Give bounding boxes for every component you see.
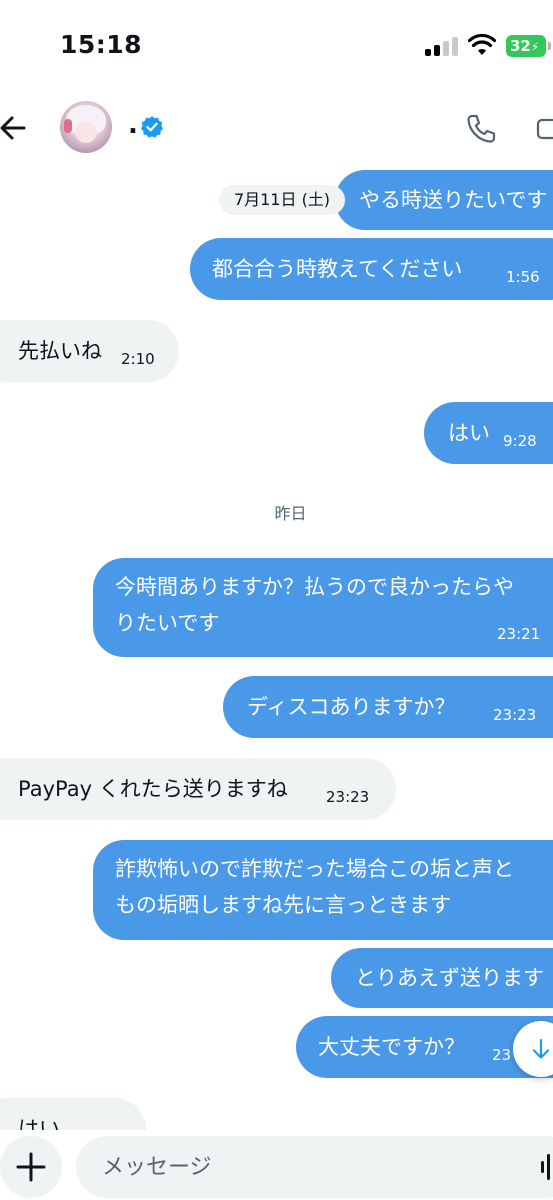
message-composer xyxy=(0,1130,553,1200)
message-time: 9:28 xyxy=(503,432,537,450)
phone-call-icon[interactable] xyxy=(464,112,498,146)
message-time: 23:23 xyxy=(326,788,370,806)
message-text: はい xyxy=(18,1117,60,1130)
message-time: 23:21 xyxy=(497,625,541,643)
message-bubble[interactable]: 詐欺怖いので詐欺だった場合この垢と声と もの垢晒しますね先に言っときます xyxy=(93,840,553,940)
battery-icon: 32⚡ xyxy=(506,35,546,57)
message-bubble[interactable]: やる時送りたいです xyxy=(335,170,553,230)
message-text: 都合合う時教えてください xyxy=(212,257,463,281)
plus-icon xyxy=(16,1152,46,1182)
message-text: はい xyxy=(448,421,490,445)
message-list[interactable]: やる時送りたいです 7月11日 (土) 都合合う時教えてください 1:56 先払… xyxy=(0,170,553,1130)
battery-tip xyxy=(548,42,551,50)
message-input[interactable] xyxy=(76,1136,553,1198)
message-time: 1:56 xyxy=(506,268,540,286)
message-text-line: 今時間ありますか？払うので良かったらや xyxy=(115,575,514,599)
message-bubble[interactable]: 都合合う時教えてください 1:56 xyxy=(190,238,553,300)
arrow-down-icon xyxy=(532,1038,550,1059)
message-text: ディスコありますか？ xyxy=(247,695,456,719)
status-bar: 15:18 32⚡ xyxy=(0,0,553,90)
add-attachment-button[interactable] xyxy=(0,1136,62,1198)
video-call-icon[interactable] xyxy=(536,114,553,144)
wifi-icon xyxy=(468,33,496,55)
verified-badge-icon xyxy=(141,116,163,138)
message-text: 大丈夫ですか？ xyxy=(318,1035,465,1059)
status-time: 15:18 xyxy=(60,30,143,59)
battery-level: 32 xyxy=(510,37,531,55)
message-bubble[interactable]: 先払いね 2:10 xyxy=(0,320,179,382)
message-text: とりあえず送ります xyxy=(355,966,544,990)
message-time: 23 xyxy=(492,1046,512,1064)
message-bubble[interactable]: はい 9:28 xyxy=(424,402,553,464)
message-text-line: もの垢晒しますね先に言っときます xyxy=(115,893,451,917)
avatar[interactable] xyxy=(60,101,112,153)
message-text-line: りたいです xyxy=(115,611,220,635)
message-bubble[interactable]: はい xyxy=(0,1098,146,1130)
date-pill: 7月11日 (土) xyxy=(219,185,345,215)
day-separator: 昨日 xyxy=(274,504,307,523)
conversation-header: . xyxy=(0,90,553,170)
message-bubble[interactable]: 今時間ありますか？払うので良かったらや りたいです 23:21 xyxy=(93,558,553,657)
contact-name[interactable]: . xyxy=(128,110,138,140)
back-arrow-icon[interactable] xyxy=(0,110,36,146)
scroll-to-bottom-button[interactable] xyxy=(513,1021,553,1077)
message-text: やる時送りたいです xyxy=(359,188,548,212)
voice-message-icon[interactable] xyxy=(540,1152,553,1182)
message-text: PayPay くれたら送りますね xyxy=(18,777,288,801)
cellular-signal-icon xyxy=(425,36,459,56)
message-bubble[interactable]: とりあえず送ります xyxy=(331,948,553,1008)
message-bubble[interactable]: PayPay くれたら送りますね 23:23 xyxy=(0,758,396,820)
message-time: 2:10 xyxy=(121,350,155,368)
message-text-line: 詐欺怖いので詐欺だった場合この垢と声と xyxy=(115,857,514,881)
message-text: 先払いね xyxy=(18,339,102,363)
message-bubble[interactable]: ディスコありますか？ 23:23 xyxy=(223,676,553,738)
message-time: 23:23 xyxy=(493,706,537,724)
